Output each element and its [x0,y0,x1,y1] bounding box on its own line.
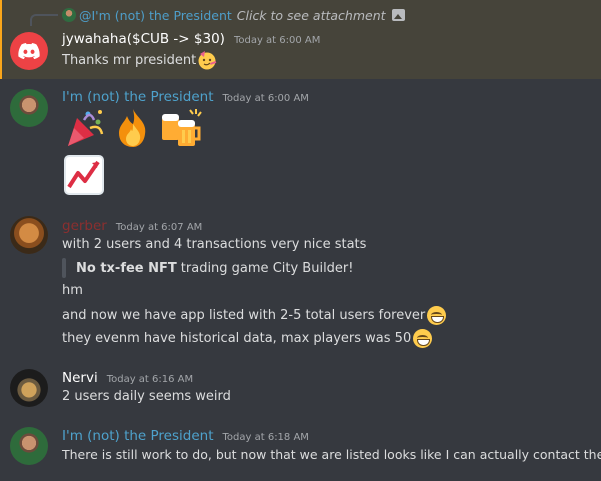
reply-preview[interactable]: @I'm (not) the President Click to see at… [62,6,405,24]
message-line: There is still work to do, but now that … [62,447,601,462]
message-line: Thanks mr president [62,52,197,68]
message-text: hm [62,283,83,298]
reply-avatar [62,8,76,22]
username[interactable]: I'm (not) the President [62,89,214,105]
username[interactable]: jywahaha($CUB -> $30) [62,31,225,47]
reply-attachment-text[interactable]: Click to see attachment [237,8,386,23]
quote-text: trading game City Builder! [180,260,354,276]
timestamp: Today at 6:00 AM [233,35,321,46]
username[interactable]: gerber [62,218,107,234]
discord-logo-icon [18,43,40,59]
message-line: they evenm have historical data, max pla… [62,331,412,346]
message-text: 2 users daily seems weird [62,389,231,404]
message-text: and now we have app listed with 2-5 tota… [62,306,447,325]
message-header: Nervi Today at 6:16 AM [62,370,193,386]
message-text: they evenm have historical data, max pla… [62,329,433,348]
reply-author[interactable]: @I'm (not) the President [79,8,232,23]
message-line: hm [62,283,83,298]
message-header: I'm (not) the President Today at 6:18 AM [62,428,309,444]
timestamp: Today at 6:00 AM [222,93,309,104]
message-line: 2 users daily seems weird [62,389,231,404]
blockquote-bar [62,258,66,278]
message-text: There is still work to do, but now that … [62,447,601,462]
quote-bold-text: No tx-fee NFT [76,260,177,276]
image-icon [391,9,405,21]
message-text: with 2 users and 4 transactions very nic… [62,237,366,252]
username[interactable]: I'm (not) the President [62,428,214,444]
timestamp: Today at 6:16 AM [106,374,194,385]
avatar[interactable] [10,32,48,70]
partying-face-icon [198,51,217,70]
avatar[interactable] [10,216,48,254]
emoji-row [62,106,204,150]
grinning-face-icon [413,329,433,348]
avatar[interactable] [10,427,48,465]
avatar[interactable] [10,369,48,407]
chart-increasing-icon [64,155,104,195]
reply-connector [30,14,58,26]
message-line: and now we have app listed with 2-5 tota… [62,308,426,323]
message-header: I'm (not) the President Today at 6:00 AM [62,89,309,105]
grinning-face-icon [427,306,447,325]
username[interactable]: Nervi [62,370,98,386]
message-text: Thanks mr president [62,50,218,70]
timestamp: Today at 6:18 AM [222,432,309,443]
party-popper-icon [68,110,104,146]
avatar[interactable] [10,89,48,127]
clinking-beer-mugs-icon [162,109,202,146]
message-header: jywahaha($CUB -> $30) Today at 6:00 AM [62,31,320,47]
message-line: with 2 users and 4 transactions very nic… [62,237,367,252]
timestamp: Today at 6:07 AM [115,222,203,233]
fire-icon [119,109,146,147]
message-header: gerber Today at 6:07 AM [62,218,202,234]
blockquote: No tx-fee NFT trading game City Builder! [62,258,354,278]
